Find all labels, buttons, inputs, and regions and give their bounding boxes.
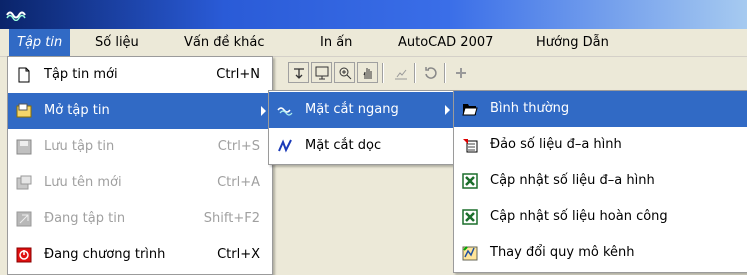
menu-autocad[interactable]: AutoCAD 2007 bbox=[390, 29, 501, 56]
menu-item-label: Đang tập tin bbox=[44, 211, 126, 226]
open-submenu: Mặt cắt ngang Mặt cắt dọc bbox=[268, 90, 457, 165]
menu-item-label: Đảo số liệu đ–a hình bbox=[490, 137, 622, 152]
menu-item-shortcut: Ctrl+N bbox=[216, 67, 260, 82]
close-file-icon bbox=[16, 211, 32, 227]
menu-van-de-khac[interactable]: Vấn đề khác bbox=[176, 29, 273, 56]
exit-icon bbox=[16, 247, 32, 263]
submenu-item-normal[interactable]: Bình thường bbox=[454, 91, 747, 127]
toolbar-refresh-icon[interactable] bbox=[420, 62, 441, 83]
menu-in-an[interactable]: In ấn bbox=[312, 29, 360, 56]
menu-item-save-as[interactable]: Lưu tên mới Ctrl+A bbox=[8, 165, 272, 201]
toolbar-monitor-icon[interactable] bbox=[311, 62, 332, 83]
open-file-icon bbox=[16, 103, 32, 118]
menu-item-label: Tập tin mới bbox=[44, 67, 118, 82]
menu-bar: Tập tin Số liệu Vấn đề khác In ấn AutoCA… bbox=[0, 29, 747, 57]
menu-item-save[interactable]: Lưu tập tin Ctrl+S bbox=[8, 129, 272, 165]
new-file-icon bbox=[18, 67, 30, 83]
menu-item-shortcut: Ctrl+S bbox=[217, 139, 260, 154]
menu-huong-dan[interactable]: Hướng Dẫn bbox=[528, 29, 617, 56]
menu-item-new-file[interactable]: Tập tin mới Ctrl+N bbox=[8, 57, 272, 93]
submenu-item-update-completion[interactable]: Cập nhật số liệu hoàn công bbox=[454, 199, 747, 235]
title-bar bbox=[0, 0, 747, 29]
menu-tap-tin[interactable]: Tập tin bbox=[9, 29, 71, 56]
toolbar-move-icon[interactable] bbox=[288, 62, 309, 83]
menu-item-label: Lưu tên mới bbox=[44, 175, 122, 190]
submenu-item-change-scale[interactable]: Thay đổi quy mô kênh bbox=[454, 235, 747, 271]
menu-item-label: Thay đổi quy mô kênh bbox=[490, 245, 635, 260]
menu-item-close-file[interactable]: Đang tập tin Shift+F2 bbox=[8, 201, 272, 237]
menu-item-label: Bình thường bbox=[490, 101, 570, 116]
toolbar-chart-icon[interactable] bbox=[390, 62, 411, 83]
cross-section-submenu: Bình thường Đảo số liệu đ–a hình Cập nhậ… bbox=[453, 90, 747, 273]
submenu-arrow-icon bbox=[445, 105, 450, 115]
toolbar-add-icon[interactable] bbox=[450, 62, 471, 83]
menu-item-label: Đang chương trình bbox=[44, 247, 166, 262]
toolbar-pan-icon[interactable] bbox=[357, 62, 378, 83]
cross-section-icon bbox=[277, 107, 293, 116]
menu-item-label: Mở tập tin bbox=[44, 103, 110, 118]
save-as-icon bbox=[16, 175, 32, 190]
toolbar-zoom-icon[interactable] bbox=[334, 62, 355, 83]
menu-item-label: Cập nhật số liệu đ–a hình bbox=[490, 173, 655, 188]
longitudinal-section-icon bbox=[278, 139, 292, 153]
menu-item-label: Mặt cắt ngang bbox=[305, 102, 399, 117]
submenu-item-cross-section[interactable]: Mặt cắt ngang bbox=[269, 92, 456, 128]
reverse-data-icon bbox=[463, 139, 478, 153]
menu-item-shortcut: Shift+F2 bbox=[203, 211, 260, 226]
app-icon bbox=[6, 11, 26, 21]
submenu-arrow-icon bbox=[261, 106, 266, 116]
excel-update-icon bbox=[462, 209, 478, 225]
menu-item-label: Cập nhật số liệu hoàn công bbox=[490, 209, 668, 224]
submenu-item-update-terrain[interactable]: Cập nhật số liệu đ–a hình bbox=[454, 163, 747, 199]
menu-item-shortcut: Ctrl+X bbox=[217, 247, 260, 262]
folder-open-icon bbox=[462, 104, 478, 116]
save-icon bbox=[16, 139, 32, 155]
submenu-item-reverse-data[interactable]: Đảo số liệu đ–a hình bbox=[454, 127, 747, 163]
menu-item-label: Lưu tập tin bbox=[44, 139, 115, 154]
menu-item-open-file[interactable]: Mở tập tin bbox=[8, 93, 272, 129]
menu-so-lieu[interactable]: Số liệu bbox=[87, 29, 147, 56]
menu-item-exit[interactable]: Đang chương trình Ctrl+X bbox=[8, 237, 272, 273]
file-menu: Tập tin mới Ctrl+N Mở tập tin Lưu tập ti… bbox=[7, 56, 273, 275]
excel-update-icon bbox=[462, 173, 478, 189]
menu-item-shortcut: Ctrl+A bbox=[217, 175, 260, 190]
submenu-item-longitudinal-section[interactable]: Mặt cắt dọc bbox=[269, 128, 456, 164]
menu-item-label: Mặt cắt dọc bbox=[305, 138, 382, 153]
change-scale-icon bbox=[462, 246, 478, 261]
